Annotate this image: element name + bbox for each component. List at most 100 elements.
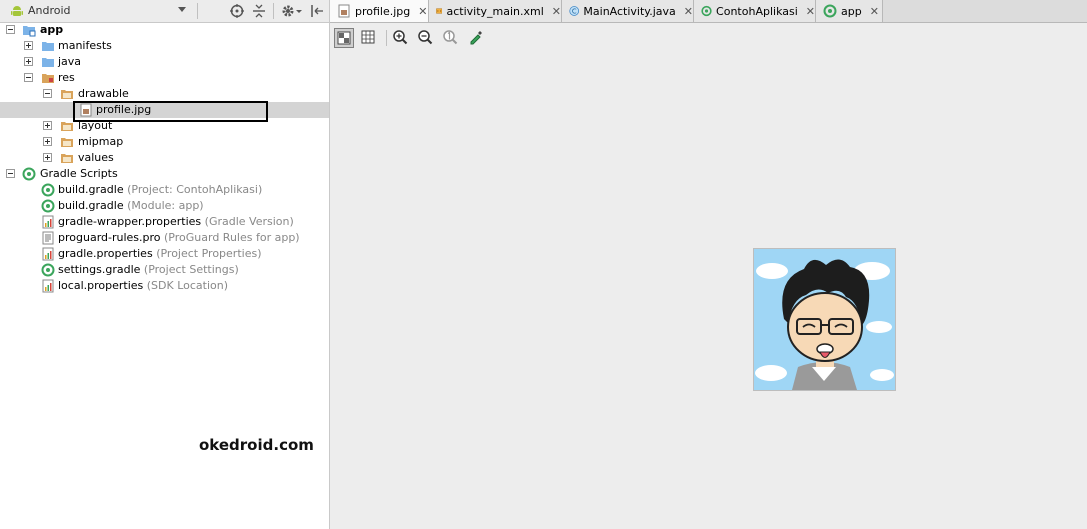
tab-mainactivity-java[interactable]: C MainActivity.java ✕ bbox=[562, 0, 694, 22]
tree-item-local-properties[interactable]: local.properties (SDK Location) bbox=[0, 278, 329, 294]
close-icon[interactable]: ✕ bbox=[552, 5, 561, 18]
tab-label: profile.jpg bbox=[355, 4, 411, 18]
tree-item-hint: (Project Settings) bbox=[143, 263, 239, 276]
svg-text:C: C bbox=[572, 8, 577, 16]
watermark: okedroid.com bbox=[199, 436, 314, 454]
gear-dropdown-icon[interactable] bbox=[295, 3, 303, 19]
tab-activity-main-xml[interactable]: activity_main.xml ✕ bbox=[429, 0, 562, 22]
close-icon[interactable]: ✕ bbox=[684, 5, 693, 18]
xml-file-icon bbox=[436, 8, 443, 14]
tree-item-hint: (Gradle Version) bbox=[204, 215, 294, 228]
collapse-all-icon[interactable] bbox=[251, 3, 267, 19]
tree-item-hint: (ProGuard Rules for app) bbox=[164, 231, 300, 244]
tree-item-settings-gradle[interactable]: settings.gradle (Project Settings) bbox=[0, 262, 329, 278]
tree-item-label: Gradle Scripts bbox=[40, 167, 118, 180]
actual-size-button[interactable] bbox=[441, 28, 461, 48]
expand-icon[interactable] bbox=[24, 57, 33, 66]
gear-icon[interactable] bbox=[280, 3, 296, 19]
tree-item-hint: (SDK Location) bbox=[146, 279, 229, 292]
gradle-icon bbox=[823, 4, 837, 18]
tree-item-label: local.properties bbox=[58, 279, 144, 292]
expand-icon[interactable] bbox=[43, 153, 52, 162]
properties-file-icon bbox=[42, 279, 54, 293]
tree-item-gradle-scripts[interactable]: Gradle Scripts bbox=[0, 166, 329, 182]
tab-profile-jpg[interactable]: profile.jpg ✕ bbox=[330, 0, 429, 22]
module-folder-icon bbox=[23, 26, 36, 37]
tab-label: activity_main.xml bbox=[446, 4, 544, 18]
collapse-icon[interactable] bbox=[6, 25, 15, 34]
color-picker-icon bbox=[470, 31, 482, 45]
zoom-in-icon bbox=[393, 30, 408, 45]
tree-item-hint: (Project Properties) bbox=[156, 247, 262, 260]
gradle-icon bbox=[701, 5, 712, 17]
tree-item-label: gradle-wrapper.properties bbox=[58, 215, 202, 228]
tree-item-gradle-properties[interactable]: gradle.properties (Project Properties) bbox=[0, 246, 329, 262]
collapse-icon[interactable] bbox=[6, 169, 15, 178]
tree-item-label: java bbox=[58, 55, 82, 68]
tree-item-label: proguard-rules.pro bbox=[58, 231, 161, 244]
tree-item-label: build.gradle bbox=[58, 183, 124, 196]
tree-item-label: settings.gradle bbox=[58, 263, 141, 276]
toolbar-divider bbox=[197, 3, 198, 19]
tree-item-mipmap[interactable]: mipmap bbox=[0, 134, 329, 150]
tree-item-label: manifests bbox=[58, 39, 112, 52]
text-file-icon bbox=[42, 231, 54, 245]
color-picker-button[interactable] bbox=[467, 28, 487, 48]
tree-item-label: drawable bbox=[78, 87, 129, 100]
grid-toggle-button[interactable] bbox=[359, 28, 379, 48]
tree-item-label: gradle.properties bbox=[58, 247, 153, 260]
tree-item-build-gradle-project[interactable]: build.gradle (Project: ContohAplikasi) bbox=[0, 182, 329, 198]
cartoon-avatar-image bbox=[754, 249, 895, 390]
view-mode-label: Android bbox=[28, 4, 71, 17]
project-panel: Android app manifests java res drawable … bbox=[0, 0, 330, 529]
expand-icon[interactable] bbox=[24, 41, 33, 50]
tree-item-build-gradle-module[interactable]: build.gradle (Module: app) bbox=[0, 198, 329, 214]
tree-item-hint: (Project: ContohAplikasi) bbox=[127, 183, 263, 196]
image-file-icon bbox=[338, 4, 350, 18]
project-tree: app manifests java res drawable profile.… bbox=[0, 22, 329, 294]
tree-item-proguard[interactable]: proguard-rules.pro (ProGuard Rules for a… bbox=[0, 230, 329, 246]
tree-item-label: mipmap bbox=[78, 135, 124, 148]
tree-item-label: values bbox=[78, 151, 114, 164]
folder-icon bbox=[61, 122, 73, 131]
tree-item-java[interactable]: java bbox=[0, 54, 329, 70]
zoom-in-button[interactable] bbox=[391, 28, 411, 48]
scroll-from-source-icon[interactable] bbox=[229, 3, 245, 19]
tree-item-label: res bbox=[58, 71, 75, 84]
view-mode-dropdown[interactable]: Android bbox=[2, 1, 192, 20]
hide-panel-icon[interactable] bbox=[309, 3, 325, 19]
gradle-icon bbox=[41, 183, 55, 197]
tab-label: ContohAplikasi bbox=[716, 4, 798, 18]
properties-file-icon bbox=[42, 247, 54, 261]
expand-icon[interactable] bbox=[43, 137, 52, 146]
tab-app[interactable]: app ✕ bbox=[816, 0, 883, 22]
tree-item-hint: (Module: app) bbox=[127, 199, 204, 212]
collapse-icon[interactable] bbox=[24, 73, 33, 82]
tree-item-drawable[interactable]: drawable bbox=[0, 86, 329, 102]
highlight-annotation-box bbox=[73, 101, 268, 122]
editor-area: profile.jpg ✕ activity_main.xml ✕ C Main… bbox=[330, 0, 1087, 529]
close-icon[interactable]: ✕ bbox=[806, 5, 815, 18]
properties-file-icon bbox=[42, 215, 54, 229]
chessboard-toggle-button[interactable] bbox=[334, 28, 354, 48]
collapse-icon[interactable] bbox=[43, 89, 52, 98]
tree-item-manifests[interactable]: manifests bbox=[0, 38, 329, 54]
close-icon[interactable]: ✕ bbox=[418, 5, 427, 18]
tree-item-label: app bbox=[40, 23, 64, 36]
tree-item-app[interactable]: app bbox=[0, 22, 329, 38]
tree-item-res[interactable]: res bbox=[0, 70, 329, 86]
chessboard-toggle-icon bbox=[337, 31, 351, 45]
close-icon[interactable]: ✕ bbox=[870, 5, 879, 18]
expand-icon[interactable] bbox=[43, 121, 52, 130]
image-editor-toolbar bbox=[330, 23, 1087, 51]
tree-item-gradle-wrapper[interactable]: gradle-wrapper.properties (Gradle Versio… bbox=[0, 214, 329, 230]
tree-item-values[interactable]: values bbox=[0, 150, 329, 166]
actual-size-icon bbox=[443, 30, 458, 45]
android-icon bbox=[11, 5, 23, 16]
tab-label: app bbox=[841, 4, 862, 18]
zoom-out-button[interactable] bbox=[416, 28, 436, 48]
folder-icon bbox=[42, 42, 54, 51]
tab-label: MainActivity.java bbox=[583, 4, 676, 18]
tab-contohaplikasi[interactable]: ContohAplikasi ✕ bbox=[694, 0, 816, 22]
tree-item-label: build.gradle bbox=[58, 199, 124, 212]
